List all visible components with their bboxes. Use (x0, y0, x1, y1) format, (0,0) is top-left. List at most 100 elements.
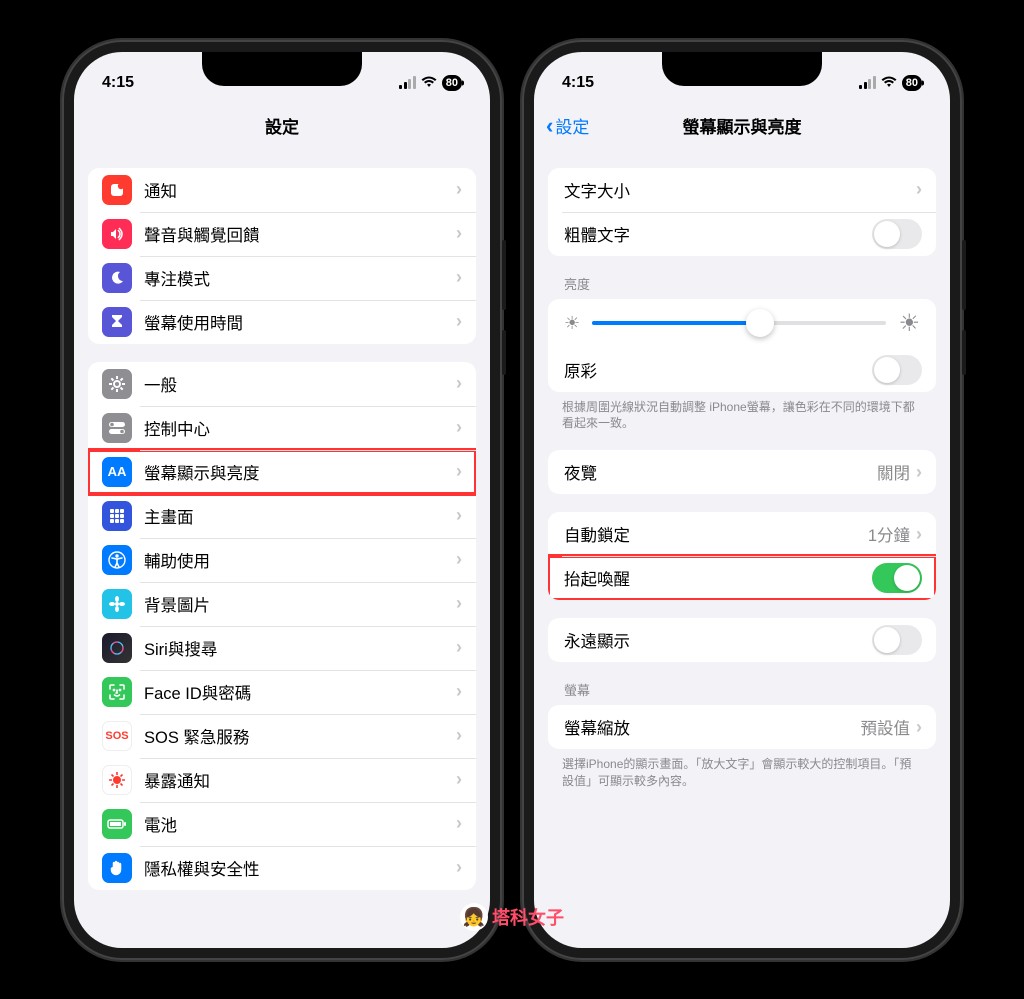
chevron-right-icon: › (916, 462, 922, 483)
bold-text-toggle[interactable] (872, 219, 922, 249)
row-focus[interactable]: 專注模式 › (88, 256, 476, 300)
row-value: 1分鐘 (868, 522, 910, 546)
brightness-slider-row: ☀ ☀ (548, 299, 936, 348)
row-faceid[interactable]: Face ID與密碼 › (88, 670, 476, 714)
flower-icon (102, 589, 132, 619)
true-tone-footer: 根據周圍光線狀況自動調整 iPhone螢幕，讓色彩在不同的環境下都看起來一致。 (534, 392, 950, 433)
status-right: 80 (399, 75, 462, 91)
row-display-brightness[interactable]: AA 螢幕顯示與亮度 › (88, 450, 476, 494)
row-sos[interactable]: SOS SOS 緊急服務 › (88, 714, 476, 758)
row-label: 控制中心 (144, 416, 456, 440)
cellular-signal-icon (399, 76, 416, 89)
row-label: 螢幕使用時間 (144, 310, 456, 334)
row-label: Siri與搜尋 (144, 636, 456, 660)
phone-frame-right: 4:15 80 ‹ 設定 螢幕顯示與亮度 文字大小 › (522, 40, 962, 960)
row-exposure[interactable]: 暴露通知 › (88, 758, 476, 802)
row-label: 一般 (144, 372, 456, 396)
slider-fill (592, 321, 760, 325)
brightness-group: ☀ ☀ 原彩 (548, 299, 936, 392)
row-general[interactable]: 一般 › (88, 362, 476, 406)
row-label: 螢幕縮放 (564, 715, 861, 739)
watermark: 👧 塔科女子 (460, 903, 564, 931)
status-right: 80 (859, 75, 922, 91)
brightness-header: 亮度 (534, 256, 950, 299)
wifi-icon (881, 75, 897, 91)
always-on-toggle[interactable] (872, 625, 922, 655)
speaker-icon (102, 219, 132, 249)
row-label: 文字大小 (564, 178, 916, 202)
row-bold-text[interactable]: 粗體文字 (548, 212, 936, 256)
hourglass-icon (102, 307, 132, 337)
brightness-slider[interactable] (592, 321, 886, 325)
row-label: 暴露通知 (144, 768, 456, 792)
cellular-signal-icon (859, 76, 876, 89)
row-label: 主畫面 (144, 504, 456, 528)
true-tone-toggle[interactable] (872, 355, 922, 385)
row-wallpaper[interactable]: 背景圖片 › (88, 582, 476, 626)
zoom-group: 螢幕縮放 預設值 › (548, 705, 936, 749)
row-control-center[interactable]: 控制中心 › (88, 406, 476, 450)
accessibility-icon (102, 545, 132, 575)
row-screentime[interactable]: 螢幕使用時間 › (88, 300, 476, 344)
display-header: 螢幕 (534, 662, 950, 705)
text-size-icon: AA (102, 457, 132, 487)
chevron-right-icon: › (456, 223, 462, 244)
row-label: 通知 (144, 178, 456, 202)
row-privacy[interactable]: 隱私權與安全性 › (88, 846, 476, 890)
chevron-right-icon: › (456, 373, 462, 394)
phone-frame-left: 4:15 80 設定 通知 › (62, 40, 502, 960)
page-title: 螢幕顯示與亮度 (683, 113, 802, 138)
status-time: 4:15 (562, 74, 594, 92)
text-group: 文字大小 › 粗體文字 (548, 168, 936, 256)
chevron-left-icon: ‹ (546, 113, 553, 139)
row-value: 預設值 (861, 715, 911, 739)
row-notifications[interactable]: 通知 › (88, 168, 476, 212)
chevron-right-icon: › (916, 717, 922, 738)
battery-indicator: 80 (442, 75, 462, 91)
siri-icon (102, 633, 132, 663)
chevron-right-icon: › (456, 769, 462, 790)
row-auto-lock[interactable]: 自動鎖定 1分鐘 › (548, 512, 936, 556)
row-label: 專注模式 (144, 266, 456, 290)
row-label: 聲音與觸覺回饋 (144, 222, 456, 246)
chevron-right-icon: › (456, 681, 462, 702)
row-battery[interactable]: 電池 › (88, 802, 476, 846)
back-button[interactable]: ‹ 設定 (546, 113, 589, 139)
row-display-zoom[interactable]: 螢幕縮放 預設值 › (548, 705, 936, 749)
row-accessibility[interactable]: 輔助使用 › (88, 538, 476, 582)
row-text-size[interactable]: 文字大小 › (548, 168, 936, 212)
row-raise-to-wake[interactable]: 抬起喚醒 (548, 556, 936, 600)
row-always-on[interactable]: 永遠顯示 (548, 618, 936, 662)
chevron-right-icon: › (456, 857, 462, 878)
row-label: 輔助使用 (144, 548, 456, 572)
bell-icon (102, 175, 132, 205)
row-night-shift[interactable]: 夜覽 關閉 › (548, 450, 936, 494)
row-true-tone[interactable]: 原彩 (548, 348, 936, 392)
chevron-right-icon: › (456, 593, 462, 614)
raise-to-wake-toggle[interactable] (872, 563, 922, 593)
chevron-right-icon: › (456, 813, 462, 834)
notch (662, 52, 822, 86)
watermark-avatar-icon: 👧 (460, 903, 488, 931)
slider-thumb[interactable] (746, 309, 774, 337)
chevron-right-icon: › (456, 637, 462, 658)
nav-bar: ‹ 設定 螢幕顯示與亮度 (534, 102, 950, 150)
chevron-right-icon: › (456, 179, 462, 200)
row-label: 螢幕顯示與亮度 (144, 460, 456, 484)
page-title: 設定 (265, 113, 299, 138)
chevron-right-icon: › (456, 311, 462, 332)
row-label: 夜覽 (564, 460, 877, 484)
display-settings-list[interactable]: 文字大小 › 粗體文字 亮度 ☀ ☀ (534, 150, 950, 948)
screen-right: 4:15 80 ‹ 設定 螢幕顯示與亮度 文字大小 › (534, 52, 950, 948)
row-label: 自動鎖定 (564, 522, 868, 546)
gear-icon (102, 369, 132, 399)
row-sound[interactable]: 聲音與觸覺回饋 › (88, 212, 476, 256)
battery-indicator: 80 (902, 75, 922, 91)
row-label: 隱私權與安全性 (144, 856, 456, 880)
row-siri[interactable]: Siri與搜尋 › (88, 626, 476, 670)
settings-list[interactable]: 通知 › 聲音與觸覺回饋 › 專注模式 › (74, 150, 490, 948)
row-value: 關閉 (877, 460, 910, 484)
chevron-right-icon: › (456, 417, 462, 438)
row-home-screen[interactable]: 主畫面 › (88, 494, 476, 538)
chevron-right-icon: › (456, 505, 462, 526)
